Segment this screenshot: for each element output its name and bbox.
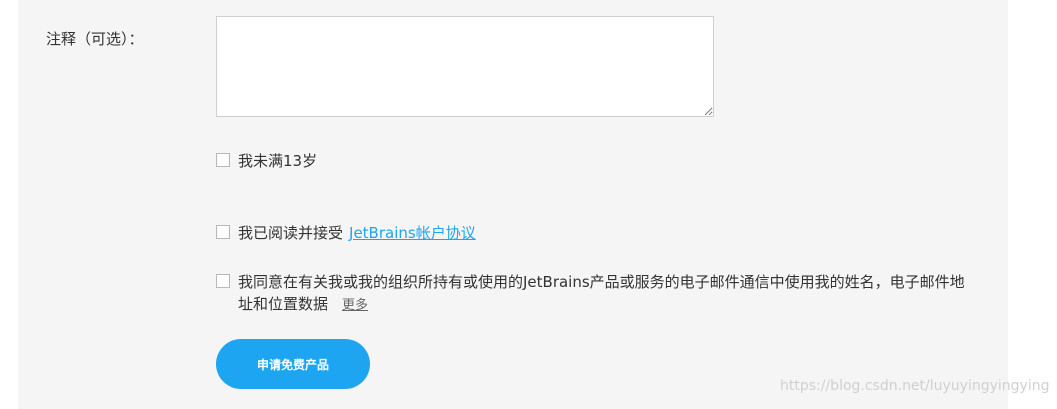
more-link[interactable]: 更多 (342, 298, 368, 313)
account-agreement-link[interactable]: JetBrains帐户协议 (349, 224, 476, 242)
notes-label: 注释（可选）： (46, 30, 144, 48)
form-panel: 注释（可选）： 我未满13岁 我已阅读并接受 JetBrains帐户协议 我同意在… (18, 0, 1008, 409)
page: 注释（可选）： 我未满13岁 我已阅读并接受 JetBrains帐户协议 我同意在… (0, 0, 1057, 409)
consent-checkbox[interactable] (216, 274, 230, 288)
agreement-check-text: 我已阅读并接受 JetBrains帐户协议 (238, 222, 476, 244)
age-checkbox[interactable] (216, 153, 230, 167)
consent-check-text: 我同意在有关我或我的组织所持有或使用的JetBrains产品或服务的电子邮件通信… (238, 271, 968, 317)
agreement-check-label: 我已阅读并接受 (238, 224, 344, 242)
watermark: https://blog.csdn.net/luyuyingyingying (780, 378, 1050, 394)
agreement-checkbox[interactable] (216, 225, 230, 239)
request-free-product-button[interactable]: 申请免费产品 (216, 339, 370, 389)
age-check-row: 我未满13岁 (216, 150, 317, 172)
agreement-check-row: 我已阅读并接受 JetBrains帐户协议 (216, 222, 476, 244)
consent-check-row: 我同意在有关我或我的组织所持有或使用的JetBrains产品或服务的电子邮件通信… (216, 271, 976, 317)
notes-textarea[interactable] (216, 16, 714, 117)
age-check-label: 我未满13岁 (238, 152, 318, 170)
